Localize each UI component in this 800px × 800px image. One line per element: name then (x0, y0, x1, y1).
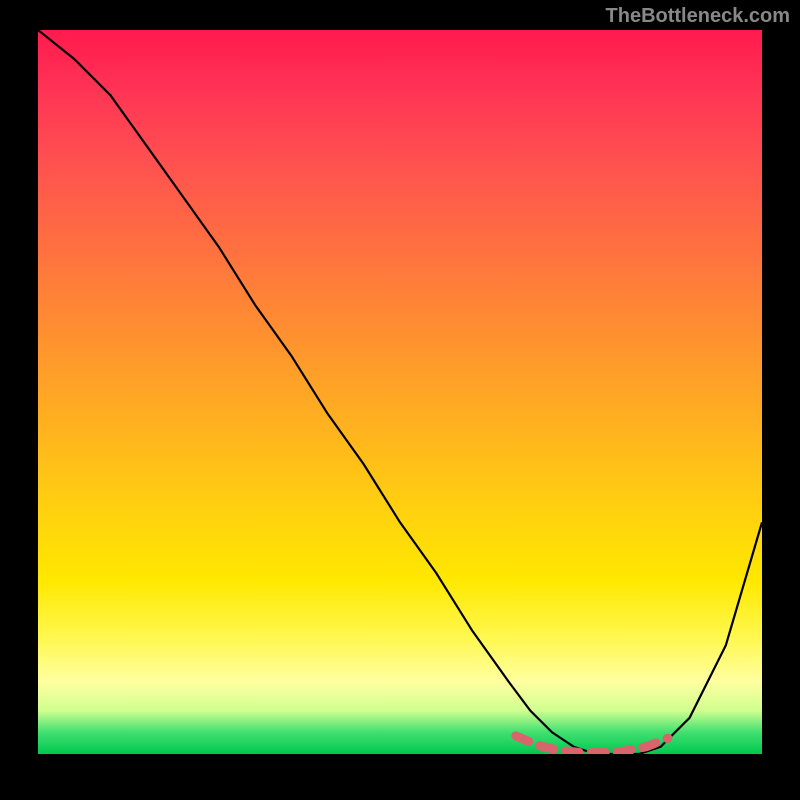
main-curve (38, 30, 762, 754)
plot-area (38, 30, 762, 754)
chart-container: TheBottleneck.com (0, 0, 800, 800)
curve-svg (38, 30, 762, 754)
valley-highlight (516, 736, 668, 753)
watermark-text: TheBottleneck.com (606, 5, 790, 28)
